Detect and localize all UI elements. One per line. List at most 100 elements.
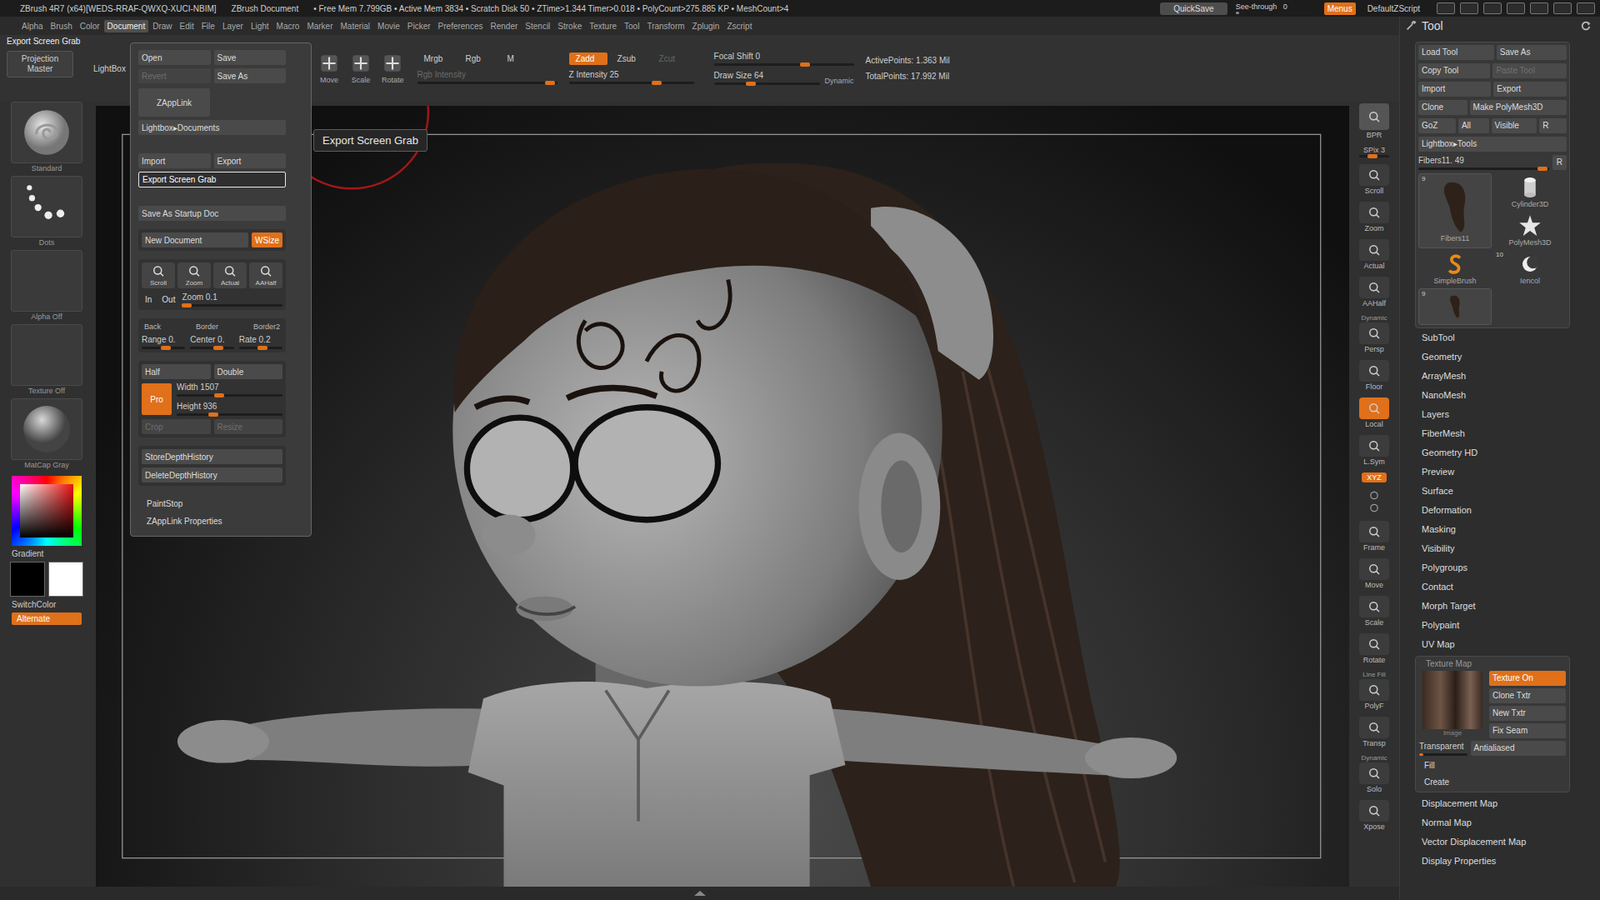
transform-button[interactable]: Rotate	[381, 52, 405, 85]
menu-item[interactable]: Zplugin	[689, 20, 724, 33]
crop-button[interactable]: Crop	[141, 419, 211, 435]
tool-thumbnail[interactable]: 9	[1418, 288, 1492, 325]
subpalette-item[interactable]: Display Properties	[1421, 851, 1600, 871]
transform-button[interactable]: Move	[318, 52, 340, 85]
projection-master-button[interactable]: Projection Master	[6, 50, 74, 78]
color-picker[interactable]	[11, 475, 82, 546]
subpalette-item[interactable]: Displacement Map	[1421, 794, 1600, 814]
zapplink-button[interactable]: ZAppLink	[138, 88, 210, 117]
tool-button[interactable]: Make PolyMesh3D	[1470, 100, 1567, 115]
tool-button[interactable]: Save As	[1496, 45, 1567, 60]
zoom-track[interactable]	[181, 304, 283, 307]
menu-item[interactable]: Draw	[149, 20, 175, 33]
z-intensity-track[interactable]	[569, 81, 695, 85]
file-button[interactable]: Open	[138, 50, 211, 65]
range-knob[interactable]	[257, 345, 268, 350]
view-button[interactable]: Transp	[1359, 716, 1390, 748]
color-square[interactable]	[20, 484, 74, 538]
z-intensity-slider[interactable]: Z Intensity 25	[569, 70, 695, 85]
transform-button[interactable]: Scale	[350, 52, 372, 85]
border-color-button[interactable]: Border	[193, 321, 221, 332]
size-track[interactable]	[176, 394, 283, 397]
texture-button[interactable]: Fix Seam	[1489, 723, 1566, 739]
subpalette-item[interactable]: Layers	[1421, 405, 1600, 425]
subpalette-item[interactable]: Normal Map	[1421, 813, 1600, 833]
subpalette-item[interactable]: FiberMesh	[1421, 424, 1600, 444]
menu-item[interactable]: Light	[247, 20, 273, 33]
range-slider[interactable]: Rate 0.2	[239, 335, 283, 350]
pro-toggle[interactable]: Pro	[141, 383, 172, 415]
size-slider[interactable]: Width 1507	[176, 382, 283, 397]
range-knob[interactable]	[160, 345, 171, 350]
menu-item[interactable]: Brush	[47, 20, 76, 33]
view-button[interactable]: Zoom	[177, 262, 211, 289]
menu-item[interactable]: Edit	[176, 20, 198, 33]
gradient-label[interactable]: Gradient	[0, 549, 44, 559]
zoom-out-button[interactable]: Out	[158, 291, 179, 307]
crop-button[interactable]: Resize	[214, 419, 284, 435]
subpalette-item[interactable]: Polypaint	[1421, 615, 1600, 635]
window-icon[interactable]	[1576, 2, 1595, 15]
z-mode-button[interactable]: Zadd	[569, 52, 608, 65]
texture-button[interactable]: Texture On	[1489, 670, 1566, 686]
window-icon[interactable]	[1436, 2, 1455, 15]
border-color-button[interactable]: Border2	[250, 321, 283, 332]
left-shelf-item[interactable]: Texture Off	[10, 324, 83, 395]
see-through-slider[interactable]: See-through 0	[1235, 2, 1316, 15]
z-intensity-knob[interactable]	[651, 80, 662, 85]
tool-button[interactable]: Export	[1493, 81, 1567, 97]
view-button[interactable]: Rotate	[1359, 633, 1390, 665]
tool-button[interactable]: Clone	[1418, 100, 1468, 115]
lightbox-documents-button[interactable]: Lightbox▸Documents	[138, 120, 286, 135]
export-screen-grab-button[interactable]: Export Screen Grab	[138, 171, 286, 188]
menu-item[interactable]: Render	[487, 20, 522, 33]
menu-item[interactable]: Layer	[219, 20, 247, 33]
alternate-button[interactable]: Alternate	[11, 612, 82, 625]
see-through-track[interactable]	[1235, 11, 1316, 15]
window-icon[interactable]	[1483, 2, 1502, 15]
io-button[interactable]: Import	[138, 153, 211, 169]
antialiased-toggle[interactable]: Antialiased	[1470, 740, 1566, 756]
save-startup-button[interactable]: Save As Startup Doc	[138, 205, 286, 221]
range-track[interactable]	[141, 346, 185, 350]
color-mode-button[interactable]: Mrgb	[417, 52, 456, 65]
menu-item[interactable]: Material	[337, 20, 375, 33]
current-tool-knob[interactable]	[1537, 166, 1548, 171]
texture-map-title[interactable]: Texture Map	[1419, 659, 1566, 669]
wsize-button[interactable]: WSize	[251, 232, 283, 248]
focal-shift-knob[interactable]	[800, 62, 810, 67]
menu-item[interactable]: Stencil	[521, 20, 554, 33]
tool-button[interactable]: R	[1539, 118, 1567, 134]
view-button[interactable]: Line FillPolyF	[1359, 670, 1390, 710]
menu-item[interactable]: Transform	[643, 20, 688, 33]
texture-action-button[interactable]: Create	[1419, 775, 1566, 790]
size-button[interactable]: Double	[214, 364, 284, 380]
tool-button[interactable]: GoZ	[1418, 118, 1456, 134]
window-icon[interactable]	[1506, 2, 1525, 15]
rgb-intensity-knob[interactable]	[545, 80, 555, 85]
view-button[interactable]: XYZ	[1361, 472, 1387, 483]
tool-thumbnail[interactable]: SimpleBrush	[1418, 250, 1492, 287]
left-shelf-item[interactable]: Alpha Off	[10, 250, 83, 321]
menus-toggle[interactable]: Menus	[1324, 2, 1356, 15]
size-track[interactable]	[176, 413, 283, 416]
dynamic-toggle[interactable]: Dynamic	[825, 76, 855, 85]
view-button[interactable]: DynamicPersp	[1359, 314, 1390, 354]
new-document-button[interactable]: New Document	[141, 232, 249, 248]
size-slider[interactable]: Height 936	[176, 401, 283, 416]
subpalette-item[interactable]: Visibility	[1421, 539, 1600, 559]
subpalette-item[interactable]: Geometry HD	[1421, 443, 1600, 463]
view-button[interactable]: Actual	[213, 262, 247, 289]
menu-item[interactable]: Color	[76, 20, 104, 33]
subpalette-item[interactable]: Surface	[1421, 481, 1600, 501]
texture-button[interactable]: New Txtr	[1489, 705, 1566, 721]
range-slider[interactable]: Center 0.	[190, 335, 234, 350]
size-knob[interactable]	[208, 412, 219, 417]
subpalette-item[interactable]: ArrayMesh	[1421, 366, 1600, 386]
secondary-color-swatch[interactable]	[48, 561, 84, 597]
depth-button[interactable]: StoreDepthHistory	[141, 449, 283, 465]
lightbox-tools-button[interactable]: Lightbox▸Tools	[1418, 136, 1567, 152]
transparent-slider[interactable]: Transparent	[1419, 741, 1468, 756]
file-button[interactable]: Revert	[138, 68, 211, 84]
draw-size-track[interactable]	[714, 82, 820, 85]
